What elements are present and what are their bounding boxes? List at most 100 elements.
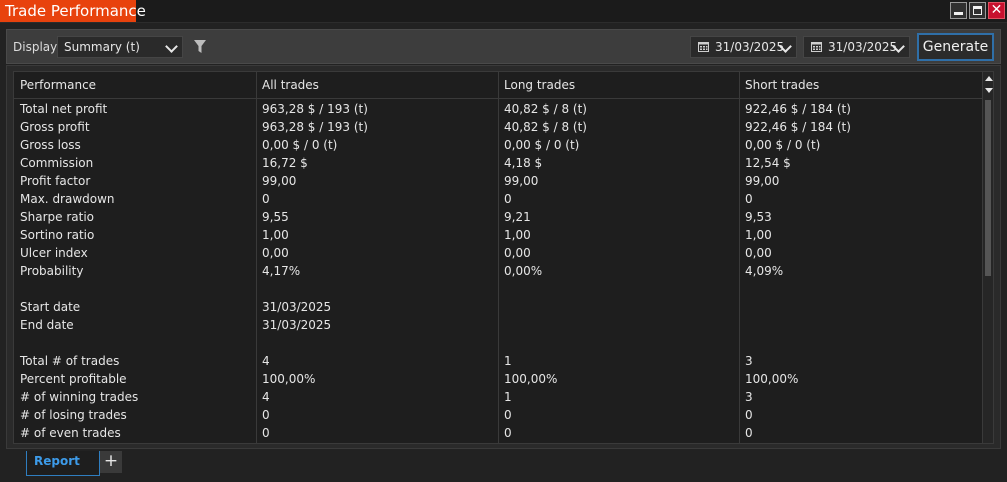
- table-row[interactable]: Ulcer index 0,00 0,00 0,00: [14, 244, 987, 262]
- generate-button[interactable]: Generate: [917, 33, 994, 61]
- maximize-icon[interactable]: [969, 2, 986, 19]
- row-label: Ulcer index: [20, 246, 88, 260]
- table-row[interactable]: Percent profitable 100,00% 100,00% 100,00%: [14, 370, 987, 388]
- window-title: Trade Performance: [0, 0, 146, 22]
- chevron-down-icon: [165, 40, 178, 53]
- table-row[interactable]: Total # of trades 4 1 3: [14, 352, 987, 370]
- scroll-up-icon[interactable]: [984, 74, 993, 83]
- table-row[interactable]: [14, 280, 987, 298]
- table-cell: 0,00 $ / 0 (t): [504, 138, 580, 152]
- calendar-icon: [698, 42, 709, 52]
- table-cell: 31/03/2025: [262, 300, 332, 314]
- table-cell: 0: [504, 426, 512, 440]
- table-cell: [498, 334, 739, 352]
- table-cell: 1: [504, 390, 512, 404]
- table-cell: 4,18 $: [504, 156, 543, 170]
- table-row[interactable]: Commission 16,72 $ 4,18 $ 12,54 $: [14, 154, 987, 172]
- table-cell: 1,00: [745, 228, 772, 242]
- table-cell: 40,82 $ / 8 (t): [504, 120, 587, 134]
- table-row[interactable]: Start date 31/03/2025: [14, 298, 987, 316]
- table-row[interactable]: Gross profit 963,28 $ / 193 (t) 40,82 $ / …: [14, 118, 987, 136]
- table-cell: 1: [504, 354, 512, 368]
- display-select[interactable]: Summary (t): [57, 36, 183, 58]
- row-label: End date: [20, 318, 74, 332]
- table-row[interactable]: Profit factor 99,00 99,00 99,00: [14, 172, 987, 190]
- table-cell: 99,00: [262, 174, 297, 188]
- table-row[interactable]: Total net profit 963,28 $ / 193 (t) 40,82 …: [14, 100, 987, 118]
- display-select-value: Summary (t): [64, 40, 140, 54]
- table-cell: 100,00%: [504, 372, 558, 386]
- table-cell: 16,72 $: [262, 156, 308, 170]
- grid-header: Performance All trades Long trades Short…: [14, 72, 987, 99]
- row-label: Max. drawdown: [20, 192, 115, 206]
- table-cell: [739, 316, 987, 334]
- row-label: Gross loss: [20, 138, 81, 152]
- table-cell: 1,00: [504, 228, 531, 242]
- trade-performance-window: Trade Performance ✕ Display Summary (t) …: [0, 0, 1007, 482]
- table-cell: 9,55: [262, 210, 289, 224]
- date-to-picker[interactable]: 31/03/2025: [803, 36, 910, 58]
- table-cell: 4: [262, 354, 270, 368]
- table-cell: 0: [745, 426, 753, 440]
- table-row[interactable]: [14, 334, 987, 352]
- column-header-performance[interactable]: Performance: [14, 72, 256, 98]
- filter-icon[interactable]: [193, 39, 207, 55]
- table-cell: [498, 316, 739, 334]
- table-cell: 0: [262, 426, 270, 440]
- row-label: Start date: [20, 300, 81, 314]
- table-cell: [498, 298, 739, 316]
- row-label: Percent profitable: [20, 372, 127, 386]
- row-label: [14, 280, 256, 298]
- table-cell: 922,46 $ / 184 (t): [745, 102, 851, 116]
- table-cell: 4,17%: [262, 264, 301, 278]
- table-cell: 100,00%: [262, 372, 316, 386]
- table-cell: 12,54 $: [745, 156, 791, 170]
- table-cell: 0,00%: [504, 264, 543, 278]
- row-label: [14, 334, 256, 352]
- table-cell: 922,46 $ / 184 (t): [745, 120, 851, 134]
- table-row[interactable]: # of winning trades 4 1 3: [14, 388, 987, 406]
- add-tab-button[interactable]: +: [100, 451, 122, 473]
- table-cell: 99,00: [504, 174, 539, 188]
- column-header-all-trades[interactable]: All trades: [256, 72, 498, 98]
- display-label: Display: [13, 40, 58, 54]
- title-bar: Trade Performance ✕: [0, 0, 1007, 23]
- column-header-long-trades[interactable]: Long trades: [498, 72, 739, 98]
- table-cell: 3: [745, 390, 753, 404]
- row-label: Commission: [20, 156, 94, 170]
- table-row[interactable]: Max. drawdown 0 0 0: [14, 190, 987, 208]
- minimize-icon[interactable]: [950, 2, 967, 19]
- row-label: Gross profit: [20, 120, 90, 134]
- table-row[interactable]: Sortino ratio 1,00 1,00 1,00: [14, 226, 987, 244]
- table-cell: 4: [262, 390, 270, 404]
- table-row[interactable]: Probability 4,17% 0,00% 4,09%: [14, 262, 987, 280]
- date-from-value: 31/03/2025: [715, 40, 785, 54]
- table-row[interactable]: End date 31/03/2025: [14, 316, 987, 334]
- date-from-picker[interactable]: 31/03/2025: [690, 36, 797, 58]
- table-cell: 0,00: [745, 246, 772, 260]
- vertical-scrollbar[interactable]: [982, 71, 994, 444]
- table-cell: 0: [745, 192, 753, 206]
- row-label: Probability: [20, 264, 84, 278]
- column-header-short-trades[interactable]: Short trades: [739, 72, 987, 98]
- table-cell: 9,21: [504, 210, 531, 224]
- table-cell: 0: [745, 408, 753, 422]
- toolbar: Display Summary (t) 31/03/2025 31/03/202…: [6, 29, 1001, 64]
- scrollbar-thumb[interactable]: [985, 100, 991, 276]
- tab-report[interactable]: Report: [26, 451, 100, 476]
- table-cell: 0,00 $ / 0 (t): [745, 138, 821, 152]
- table-row[interactable]: # of losing trades 0 0 0: [14, 406, 987, 424]
- table-row[interactable]: # of even trades 0 0 0: [14, 424, 987, 442]
- table-row[interactable]: Gross loss 0,00 $ / 0 (t) 0,00 $ / 0 (t) 0,…: [14, 136, 987, 154]
- close-icon[interactable]: ✕: [988, 2, 1005, 19]
- table-cell: 0: [504, 192, 512, 206]
- table-cell: 4,09%: [745, 264, 784, 278]
- table-cell: 40,82 $ / 8 (t): [504, 102, 587, 116]
- table-row[interactable]: Sharpe ratio 9,55 9,21 9,53: [14, 208, 987, 226]
- table-cell: 1,00: [262, 228, 289, 242]
- table-cell: 9,53: [745, 210, 772, 224]
- scroll-down-icon[interactable]: [984, 86, 993, 95]
- table-cell: [256, 334, 498, 352]
- table-cell: 0: [262, 408, 270, 422]
- row-label: # of winning trades: [20, 390, 139, 404]
